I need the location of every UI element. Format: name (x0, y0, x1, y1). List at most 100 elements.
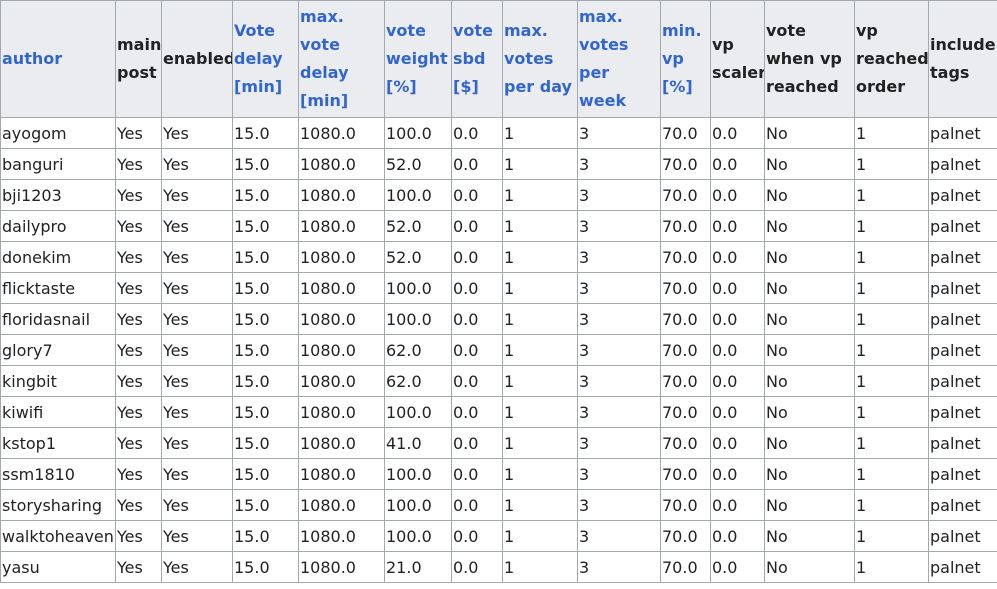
cell-include-tags: palnet (928, 365, 997, 397)
cell-max-vote-delay-min: 1080.0 (298, 148, 385, 180)
cell-max-vote-delay-min: 1080.0 (298, 117, 385, 149)
cell-min-vp: 70.0 (660, 179, 711, 211)
cell-vp-scaler: 0.0 (710, 272, 765, 304)
cell-vote-sbd: 0.0 (451, 241, 503, 273)
header-row: author main post enabled Vote delay [min] ma… (0, 0, 997, 118)
cell-max-vote-delay-min: 1080.0 (298, 396, 385, 428)
cell-author: storysharing (0, 489, 116, 521)
cell-vote-sbd: 0.0 (451, 551, 503, 583)
cell-min-vp: 70.0 (660, 520, 711, 552)
cell-vp-reached-order: 1 (854, 520, 929, 552)
column-header-vp-scaler: vp scaler (710, 0, 765, 118)
cell-vote-weight: 52.0 (384, 148, 452, 180)
cell-vote-when-vp-reached: No (764, 117, 855, 149)
cell-min-vp: 70.0 (660, 148, 711, 180)
cell-include-tags: palnet (928, 334, 997, 366)
cell-vote-weight: 100.0 (384, 489, 452, 521)
table-row: dailypro Yes Yes 15.0 1080.0 52.0 0.0 1 3 70.0 0.0… (0, 210, 997, 242)
cell-vp-reached-order: 1 (854, 365, 929, 397)
cell-include-tags: palnet (928, 272, 997, 304)
cell-vote-delay-min: 15.0 (232, 117, 299, 149)
column-header-vote-delay-min[interactable]: Vote delay [min] (232, 0, 299, 118)
cell-main-post: Yes (115, 458, 162, 490)
cell-max-vote-delay-min: 1080.0 (298, 241, 385, 273)
cell-vp-reached-order: 1 (854, 458, 929, 490)
cell-vote-sbd: 0.0 (451, 489, 503, 521)
cell-min-vp: 70.0 (660, 427, 711, 459)
cell-vote-when-vp-reached: No (764, 396, 855, 428)
cell-vote-delay-min: 15.0 (232, 489, 299, 521)
cell-vote-when-vp-reached: No (764, 303, 855, 335)
column-header-author[interactable]: author (0, 0, 116, 118)
cell-include-tags: palnet (928, 241, 997, 273)
cell-include-tags: palnet (928, 179, 997, 211)
column-header-max-vote-delay-min[interactable]: max. vote delay [min] (298, 0, 385, 118)
cell-max-votes-per-day: 1 (502, 210, 578, 242)
cell-max-votes-per-week: 3 (577, 551, 661, 583)
cell-author: ayogom (0, 117, 116, 149)
cell-include-tags: palnet (928, 396, 997, 428)
cell-vote-delay-min: 15.0 (232, 148, 299, 180)
cell-max-votes-per-day: 1 (502, 520, 578, 552)
table-row: kingbit Yes Yes 15.0 1080.0 62.0 0.0 1 3 70.0 0.0 N… (0, 365, 997, 397)
cell-main-post: Yes (115, 365, 162, 397)
cell-max-votes-per-day: 1 (502, 148, 578, 180)
cell-max-votes-per-week: 3 (577, 179, 661, 211)
column-header-vote-sbd[interactable]: vote sbd [$] (451, 0, 503, 118)
cell-vp-scaler: 0.0 (710, 458, 765, 490)
table-row: bji1203 Yes Yes 15.0 1080.0 100.0 0.0 1 3 70.0 0.0… (0, 179, 997, 211)
table-row: kiwifi Yes Yes 15.0 1080.0 100.0 0.0 1 3 70.0 0.0 N… (0, 396, 997, 428)
cell-author: bji1203 (0, 179, 116, 211)
table-row: banguri Yes Yes 15.0 1080.0 52.0 0.0 1 3 70.0 0.0 N… (0, 148, 997, 180)
cell-vote-delay-min: 15.0 (232, 458, 299, 490)
cell-max-votes-per-day: 1 (502, 551, 578, 583)
cell-vote-sbd: 0.0 (451, 365, 503, 397)
cell-vote-when-vp-reached: No (764, 272, 855, 304)
cell-vote-delay-min: 15.0 (232, 396, 299, 428)
cell-author: walktoheaven (0, 520, 116, 552)
cell-vote-when-vp-reached: No (764, 427, 855, 459)
column-header-main-post: main post (115, 0, 162, 118)
cell-vote-sbd: 0.0 (451, 210, 503, 242)
cell-max-vote-delay-min: 1080.0 (298, 520, 385, 552)
cell-vp-reached-order: 1 (854, 210, 929, 242)
cell-max-votes-per-week: 3 (577, 489, 661, 521)
cell-main-post: Yes (115, 179, 162, 211)
cell-vote-weight: 41.0 (384, 427, 452, 459)
cell-include-tags: palnet (928, 148, 997, 180)
column-header-min-vp[interactable]: min. vp [%] (660, 0, 711, 118)
cell-enabled: Yes (161, 427, 233, 459)
cell-include-tags: palnet (928, 303, 997, 335)
cell-vote-delay-min: 15.0 (232, 303, 299, 335)
cell-author: yasu (0, 551, 116, 583)
cell-min-vp: 70.0 (660, 365, 711, 397)
cell-vote-when-vp-reached: No (764, 148, 855, 180)
cell-include-tags: palnet (928, 117, 997, 149)
cell-vote-weight: 52.0 (384, 241, 452, 273)
cell-main-post: Yes (115, 241, 162, 273)
cell-vp-reached-order: 1 (854, 179, 929, 211)
column-header-vote-weight[interactable]: vote weight [%] (384, 0, 452, 118)
cell-vote-when-vp-reached: No (764, 520, 855, 552)
cell-max-votes-per-week: 3 (577, 272, 661, 304)
column-header-max-votes-per-week[interactable]: max. votes per week (577, 0, 661, 118)
cell-include-tags: palnet (928, 489, 997, 521)
cell-vote-sbd: 0.0 (451, 303, 503, 335)
cell-author: banguri (0, 148, 116, 180)
cell-max-votes-per-week: 3 (577, 396, 661, 428)
cell-author: floridasnail (0, 303, 116, 335)
cell-max-vote-delay-min: 1080.0 (298, 489, 385, 521)
cell-vp-reached-order: 1 (854, 241, 929, 273)
cell-vote-when-vp-reached: No (764, 210, 855, 242)
column-header-max-votes-per-day[interactable]: max. votes per day (502, 0, 578, 118)
column-header-enabled: enabled (161, 0, 233, 118)
voting-rules-table: author main post enabled Vote delay [min] ma… (0, 0, 997, 583)
cell-max-votes-per-day: 1 (502, 396, 578, 428)
cell-author: glory7 (0, 334, 116, 366)
cell-vote-when-vp-reached: No (764, 551, 855, 583)
cell-enabled: Yes (161, 458, 233, 490)
cell-main-post: Yes (115, 303, 162, 335)
cell-vp-reached-order: 1 (854, 303, 929, 335)
cell-enabled: Yes (161, 489, 233, 521)
table-row: donekim Yes Yes 15.0 1080.0 52.0 0.0 1 3 70.0 0.0 N… (0, 241, 997, 273)
